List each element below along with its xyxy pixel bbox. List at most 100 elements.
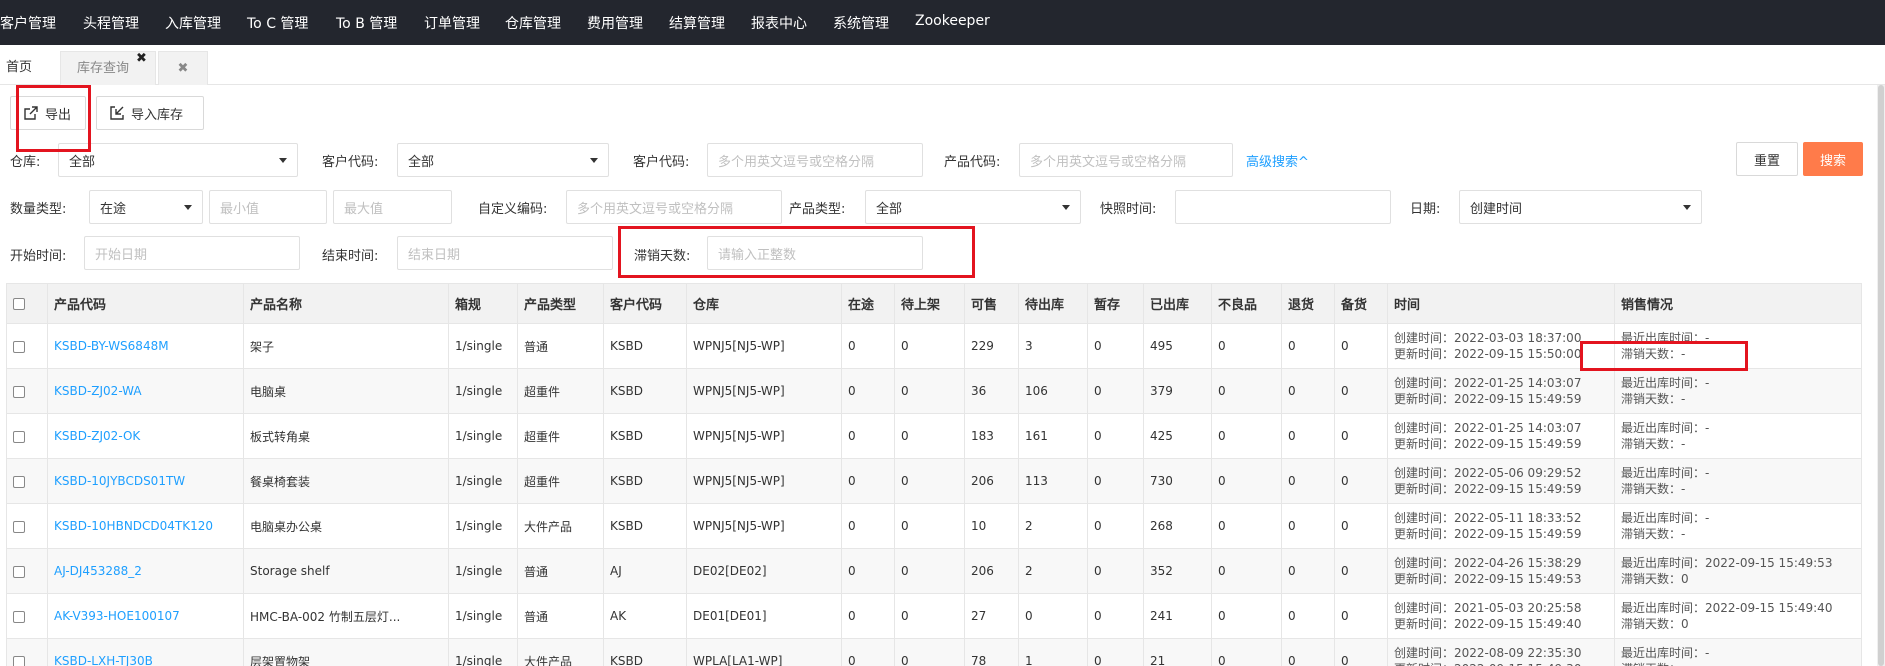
snapshot-time-input[interactable] bbox=[1175, 190, 1391, 224]
nav-item-zookeeper[interactable]: Zookeeper bbox=[915, 13, 990, 29]
row-select-cell[interactable] bbox=[6, 593, 48, 639]
column-header[interactable]: 可售 bbox=[964, 283, 1019, 324]
nav-item-warehouse[interactable]: 仓库管理 bbox=[505, 13, 561, 33]
tab-home[interactable]: 首页 bbox=[6, 51, 56, 85]
column-header[interactable]: 客户代码 bbox=[603, 283, 687, 324]
row-select-cell[interactable] bbox=[6, 323, 48, 369]
column-header[interactable]: 不良品 bbox=[1211, 283, 1282, 324]
column-header[interactable]: 产品代码 bbox=[47, 283, 244, 324]
row-checkbox[interactable] bbox=[13, 565, 25, 578]
row-select-cell[interactable] bbox=[6, 458, 48, 504]
cell-sales: 最近出库时间：- 滞销天数：- bbox=[1614, 458, 1862, 504]
product-code-link[interactable]: AJ-DJ453288_2 bbox=[47, 548, 244, 594]
sales-slow: 滞销天数：- bbox=[1621, 347, 1686, 361]
time-updated: 更新时间：2022-09-15 15:49:59 bbox=[1394, 437, 1582, 451]
row-checkbox[interactable] bbox=[13, 385, 25, 398]
row-select-cell[interactable] bbox=[6, 503, 48, 549]
time-updated: 更新时间：2022-09-15 15:49:59 bbox=[1394, 392, 1582, 406]
cell-out: 495 bbox=[1143, 323, 1212, 369]
product-code-link[interactable]: AK-V393-HOE100107 bbox=[47, 593, 244, 639]
product-code-link[interactable]: KSBD-BY-WS6848M bbox=[47, 323, 244, 369]
row-checkbox[interactable] bbox=[13, 475, 25, 488]
max-value-input[interactable]: 最大值 bbox=[333, 190, 452, 224]
slow-days-placeholder: 请输入正整数 bbox=[718, 247, 797, 263]
product-code-link[interactable]: KSBD-ZJ02-WA bbox=[47, 368, 244, 414]
nav-item-firstleg[interactable]: 头程管理 bbox=[83, 13, 139, 33]
nav-item-orders[interactable]: 订单管理 bbox=[424, 13, 480, 33]
sales-slow: 滞销天数：- bbox=[1621, 527, 1686, 541]
column-header[interactable]: 在途 bbox=[841, 283, 895, 324]
cell-bad: 0 bbox=[1211, 638, 1282, 666]
product-code-link[interactable]: KSBD-LXH-TJ30B bbox=[47, 638, 244, 666]
time-updated: 更新时间：2022-09-15 15:49:59 bbox=[1394, 482, 1582, 496]
table-row: KSBD-10JYBCDS01TW 餐桌椅套装 1/single 超重件 KSBD WPN… bbox=[6, 458, 1862, 504]
product-code-link[interactable]: KSBD-10JYBCDS01TW bbox=[47, 458, 244, 504]
nav-item-inbound[interactable]: 入库管理 bbox=[165, 13, 221, 33]
product-code-input[interactable]: 多个用英文逗号或空格分隔 bbox=[1019, 143, 1233, 177]
nav-item-fees[interactable]: 费用管理 bbox=[587, 13, 643, 33]
date-type-select[interactable]: 创建时间 bbox=[1459, 190, 1702, 224]
end-date-input[interactable]: 结束日期 bbox=[397, 236, 613, 270]
nav-item-tob[interactable]: To B 管理 bbox=[336, 13, 397, 33]
row-select-cell[interactable] bbox=[6, 548, 48, 594]
time-created: 创建时间：2022-08-09 22:35:30 bbox=[1394, 646, 1582, 660]
search-button[interactable]: 搜索 bbox=[1803, 142, 1863, 176]
row-select-cell[interactable] bbox=[6, 638, 48, 666]
row-checkbox[interactable] bbox=[13, 430, 25, 443]
column-header[interactable]: 退货 bbox=[1281, 283, 1335, 324]
scrollbar-thumb[interactable] bbox=[1878, 85, 1884, 666]
column-header[interactable]: 产品名称 bbox=[243, 283, 449, 324]
import-icon bbox=[110, 106, 124, 120]
warehouse-select[interactable]: 全部 bbox=[58, 143, 298, 177]
product-code-link[interactable]: KSBD-ZJ02-OK bbox=[47, 413, 244, 459]
sales-slow: 滞销天数：- bbox=[1621, 482, 1686, 496]
export-button[interactable]: 导出 bbox=[10, 96, 86, 130]
column-header[interactable]: 暂存 bbox=[1087, 283, 1144, 324]
sales-last-out: 最近出库时间：2022-09-15 15:49:53 bbox=[1621, 556, 1833, 570]
sales-last-out: 最近出库时间：- bbox=[1621, 331, 1710, 345]
cell-bad: 0 bbox=[1211, 593, 1282, 639]
customer-code-input[interactable]: 多个用英文逗号或空格分隔 bbox=[707, 143, 923, 177]
column-header[interactable]: 产品类型 bbox=[517, 283, 604, 324]
column-header[interactable]: 待上架 bbox=[894, 283, 965, 324]
column-header[interactable]: 仓库 bbox=[686, 283, 842, 324]
cell-spec: 1/single bbox=[448, 638, 518, 666]
column-header[interactable]: 待出库 bbox=[1018, 283, 1088, 324]
product-type-select[interactable]: 全部 bbox=[865, 190, 1081, 224]
row-checkbox[interactable] bbox=[13, 520, 25, 533]
nav-item-settlement[interactable]: 结算管理 bbox=[669, 13, 725, 33]
column-header[interactable]: 已出库 bbox=[1143, 283, 1212, 324]
min-value-input[interactable]: 最小值 bbox=[209, 190, 327, 224]
customer-code-select[interactable]: 全部 bbox=[397, 143, 609, 177]
row-select-cell[interactable] bbox=[6, 368, 48, 414]
column-header[interactable]: 时间 bbox=[1387, 283, 1615, 324]
cell-out: 730 bbox=[1143, 458, 1212, 504]
nav-item-system[interactable]: 系统管理 bbox=[833, 13, 889, 33]
column-header[interactable]: 箱规 bbox=[448, 283, 518, 324]
product-code-link[interactable]: KSBD-10HBNDCD04TK120 bbox=[47, 503, 244, 549]
qty-type-select[interactable]: 在途 bbox=[89, 190, 203, 224]
slow-days-input[interactable]: 请输入正整数 bbox=[707, 236, 923, 270]
start-date-input[interactable]: 开始日期 bbox=[84, 236, 300, 270]
row-checkbox[interactable] bbox=[13, 340, 25, 353]
cell-ret: 0 bbox=[1281, 548, 1335, 594]
tab-close-all[interactable]: ✖ bbox=[158, 51, 208, 85]
row-checkbox[interactable] bbox=[13, 610, 25, 623]
custom-code-input[interactable]: 多个用英文逗号或空格分隔 bbox=[566, 190, 782, 224]
column-header[interactable]: 销售情况 bbox=[1614, 283, 1862, 324]
row-select-cell[interactable] bbox=[6, 413, 48, 459]
cell-name: Storage shelf bbox=[243, 548, 449, 594]
import-inventory-button[interactable]: 导入库存 bbox=[96, 96, 204, 130]
cell-temp: 0 bbox=[1087, 503, 1144, 549]
nav-item-toc[interactable]: To C 管理 bbox=[247, 13, 308, 33]
row-checkbox[interactable] bbox=[13, 655, 25, 666]
nav-item-reports[interactable]: 报表中心 bbox=[751, 13, 807, 33]
reset-button[interactable]: 重置 bbox=[1736, 142, 1798, 176]
select-all-checkbox[interactable] bbox=[13, 297, 25, 310]
page-scrollbar[interactable] bbox=[1877, 85, 1885, 666]
tab-close-icon[interactable]: ✖ bbox=[136, 51, 147, 66]
nav-item-customer[interactable]: 客户管理 bbox=[0, 13, 56, 33]
column-header[interactable]: 备货 bbox=[1334, 283, 1388, 324]
advanced-search-link[interactable]: 高级搜索^ bbox=[1246, 151, 1309, 170]
select-all-cell[interactable] bbox=[6, 283, 48, 324]
